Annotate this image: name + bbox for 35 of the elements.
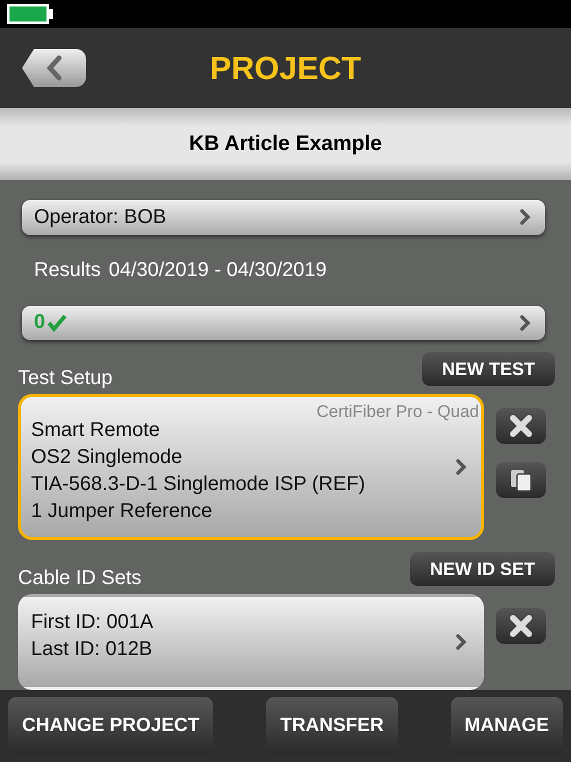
results-label: Results <box>34 258 101 282</box>
chevron-right-icon <box>519 208 531 226</box>
copy-button[interactable] <box>496 462 546 498</box>
device-label: CertiFiber Pro - Quad <box>316 403 479 421</box>
back-button[interactable] <box>22 49 86 87</box>
card-line: OS2 Singlemode <box>31 445 182 470</box>
card-line: Last ID: 012B <box>31 637 152 662</box>
delete-button[interactable] <box>496 608 546 644</box>
copy-icon <box>509 468 533 492</box>
chevron-left-icon <box>46 55 62 81</box>
card-line: Smart Remote <box>31 418 160 443</box>
setup-card[interactable]: First ID: 001A Last ID: 012B <box>18 594 484 690</box>
card-line: First ID: 001A <box>31 610 154 635</box>
chevron-right-icon <box>455 458 467 476</box>
operator-button[interactable]: Operator: BOB <box>22 200 545 234</box>
delete-button[interactable] <box>496 408 546 444</box>
close-icon <box>510 615 532 637</box>
results-dates: 04/30/2019 - 04/30/2019 <box>108 258 327 282</box>
close-icon <box>510 415 532 437</box>
card-line: TIA-568.3-D-1 Singlemode ISP (REF) <box>31 472 366 497</box>
footer-button[interactable]: MANAGE <box>450 697 563 755</box>
setup-card[interactable]: CertiFiber Pro - Quad Smart Remote OS2 Singlemode TIA-568.3-D-1 Singlemode ISP (REF) 1 Jumper Reference <box>18 394 484 540</box>
new-button[interactable]: NEW ID SET <box>410 552 555 586</box>
project-name: KB Article Example <box>189 132 382 156</box>
new-button[interactable]: NEW TEST <box>422 352 555 386</box>
chevron-right-icon <box>455 633 467 651</box>
card-line: 1 Jumper Reference <box>31 499 212 524</box>
footer-button[interactable]: TRANSFER <box>266 697 398 755</box>
section-label: Test Setup <box>18 367 113 390</box>
chevron-right-icon <box>519 314 531 332</box>
battery-icon <box>6 3 54 25</box>
check-icon <box>47 314 68 332</box>
screen-title: PROJECT <box>210 50 362 86</box>
section-label: Cable ID Sets <box>18 567 142 590</box>
footer-button[interactable]: CHANGE PROJECT <box>8 697 214 755</box>
